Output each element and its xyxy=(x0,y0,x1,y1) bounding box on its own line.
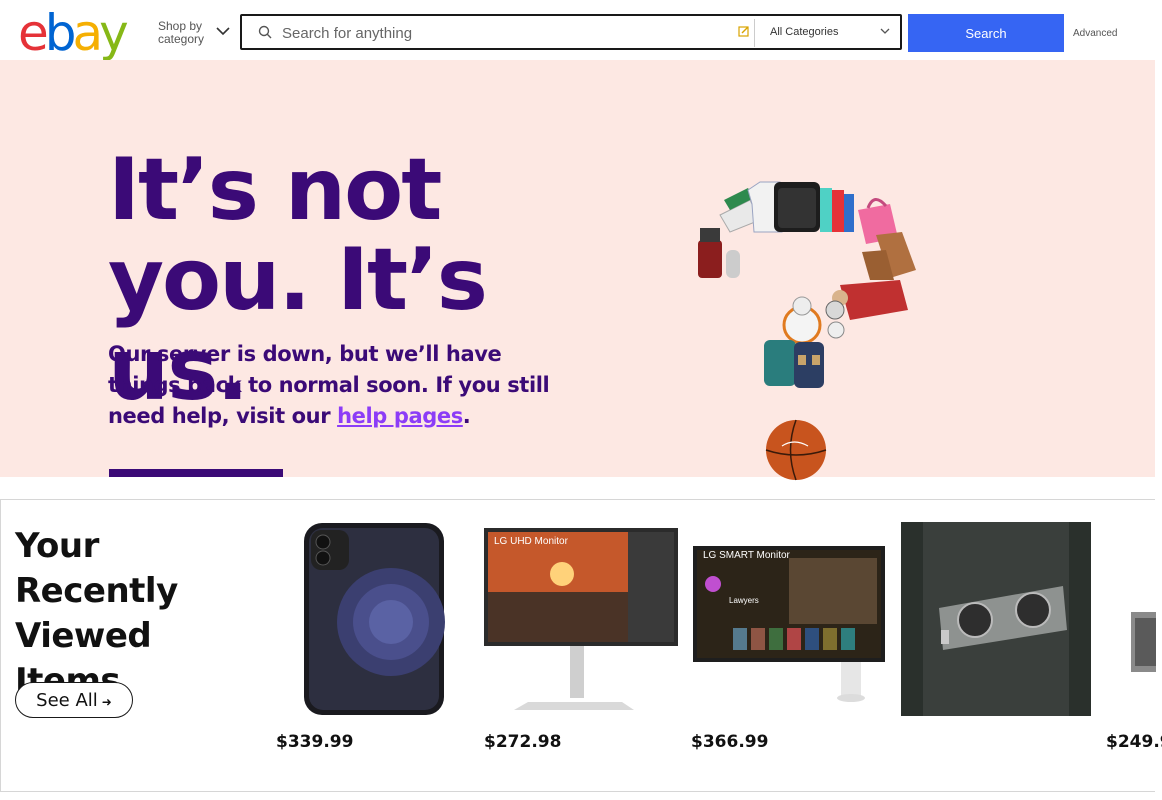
logo-letter-e: e xyxy=(18,4,49,62)
logo-letter-a: a xyxy=(72,4,104,62)
error-hero: It’s not you. It’s us. Our server is dow… xyxy=(0,60,1155,481)
basketball-icon xyxy=(765,419,827,481)
bluetooth-speaker-icon xyxy=(774,182,820,232)
category-select-label: All Categories xyxy=(770,26,839,38)
lg-smart-screen-subtext: Lawyers xyxy=(729,596,759,605)
category-select[interactable]: All Categories xyxy=(756,16,900,48)
question-mark-collage-image xyxy=(698,181,916,481)
advanced-search-link[interactable]: Advanced xyxy=(1073,28,1117,39)
search-button[interactable]: Search xyxy=(908,14,1064,52)
item-card-lg-smart-monitor[interactable]: LG SMART Monitor Lawyers xyxy=(693,522,885,704)
search-input[interactable] xyxy=(280,18,754,48)
watch-icon xyxy=(825,300,845,339)
backpack-icon xyxy=(764,340,824,388)
smart-speaker-icon xyxy=(726,250,740,278)
chevron-down-icon xyxy=(880,28,890,34)
item-card-partial[interactable] xyxy=(1121,522,1156,716)
recently-viewed-title: Your Recently Viewed Items xyxy=(15,526,178,701)
graphics-card-image xyxy=(901,522,1091,716)
iphone-image xyxy=(304,523,445,715)
recently-viewed-section: Your Recently Viewed Items See All ➜ LG … xyxy=(0,499,1156,792)
lg-uhd-monitor-image xyxy=(484,528,678,710)
chevron-down-icon xyxy=(216,27,230,36)
ebay-logo[interactable]: ebay xyxy=(18,8,130,58)
item-card-graphics-card[interactable] xyxy=(901,522,1091,716)
item-card-iphone[interactable] xyxy=(303,522,445,716)
item-price[interactable]: $366.99 xyxy=(691,732,768,752)
arrow-right-icon: ➜ xyxy=(101,694,112,709)
error-message-end: . xyxy=(462,404,471,428)
item-card-lg-uhd-monitor[interactable]: LG UHD Monitor xyxy=(484,522,678,716)
item-price[interactable]: $249.9 xyxy=(1106,732,1162,752)
lg-uhd-screen-text: LG UHD Monitor xyxy=(494,536,568,547)
error-message: Our server is down, but we’ll have thing… xyxy=(108,339,568,432)
see-all-button[interactable]: See All ➜ xyxy=(15,682,133,718)
search-bar: All Categories xyxy=(240,14,902,50)
category-divider xyxy=(754,19,755,47)
accent-bar xyxy=(109,469,283,477)
item-price[interactable]: $339.99 xyxy=(276,732,353,752)
shop-by-category-button[interactable]: Shop by category xyxy=(158,20,238,50)
search-icon xyxy=(258,25,272,39)
logo-letter-b: b xyxy=(44,4,77,62)
see-all-label: See All xyxy=(36,689,98,711)
coffee-press-icon xyxy=(698,228,722,278)
shop-by-category-label: Shop by category xyxy=(158,19,205,46)
error-message-text: Our server is down, but we’ll have thing… xyxy=(108,342,550,428)
edit-pencil-icon[interactable] xyxy=(738,25,750,37)
lg-smart-screen-text: LG SMART Monitor xyxy=(703,550,790,561)
robot-toy-icon xyxy=(782,296,822,345)
books-icon xyxy=(820,188,854,232)
help-pages-link[interactable]: help pages xyxy=(337,404,463,428)
partial-item-image xyxy=(1131,612,1156,672)
logo-letter-y: y xyxy=(99,4,129,62)
item-price[interactable]: $272.98 xyxy=(484,732,561,752)
